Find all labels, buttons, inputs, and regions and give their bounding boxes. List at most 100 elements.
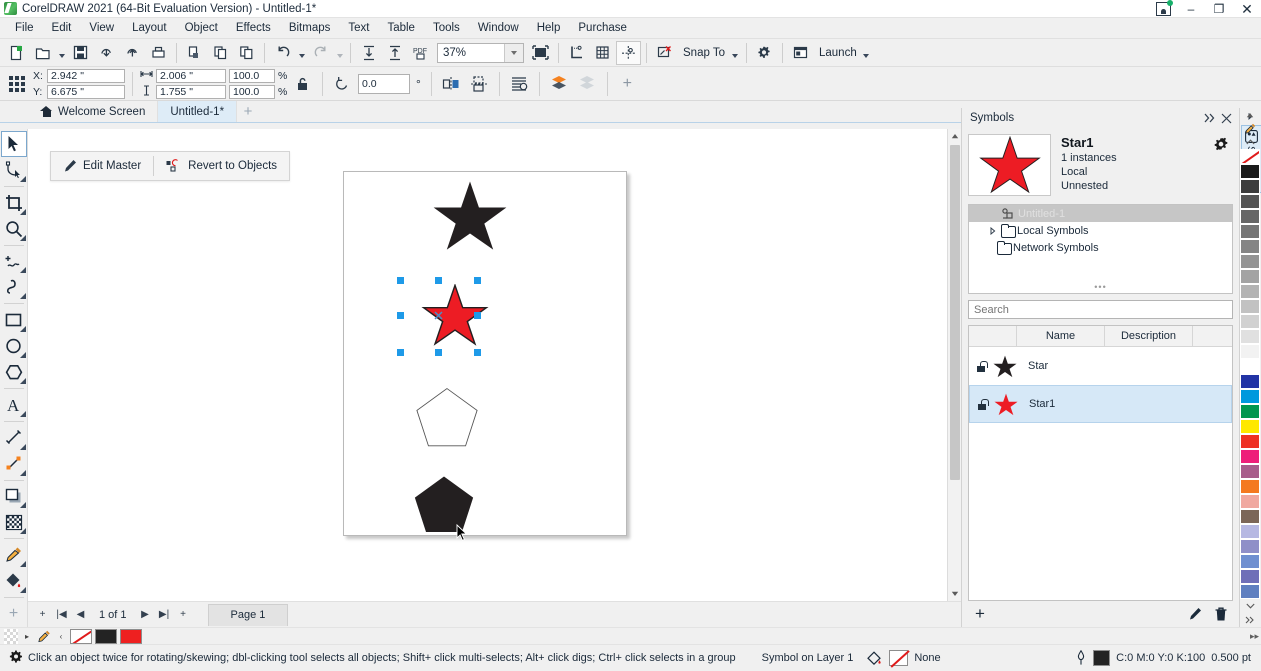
vertical-scroll-thumb[interactable] <box>950 145 960 480</box>
gear-icon[interactable] <box>1213 136 1231 154</box>
restore-button[interactable]: ❐ <box>1205 0 1233 18</box>
undo-dropdown-caret[interactable] <box>296 41 307 65</box>
vertical-scrollbar[interactable] <box>947 129 961 601</box>
swatch-color-3[interactable] <box>1240 194 1260 210</box>
zoom-level-control[interactable] <box>437 42 524 63</box>
palette-swatches[interactable] <box>1240 149 1260 600</box>
x-position-input[interactable]: 2.942 " <box>47 68 125 83</box>
color-eyedropper-tool[interactable] <box>1 542 27 568</box>
rotation-icon[interactable] <box>330 72 355 96</box>
menu-object[interactable]: Object <box>176 20 227 36</box>
document-page[interactable] <box>343 171 627 536</box>
symbol-tree[interactable]: Untitled-1 Local Symbols Network Symbols… <box>968 204 1233 294</box>
handle-top-center[interactable] <box>435 277 442 284</box>
color-bar-scroll-icon[interactable]: ▸ <box>21 629 33 644</box>
delete-symbol-icon[interactable] <box>1211 604 1231 624</box>
scale-vertical-input[interactable]: 100.0 <box>229 84 275 99</box>
swatch-color-17[interactable] <box>1240 404 1260 420</box>
color-bar-expand-icon[interactable]: ▸▸ <box>1250 631 1259 642</box>
palette-expand-icon[interactable] <box>1240 613 1260 627</box>
undo-icon[interactable] <box>270 41 295 65</box>
swatch-color-16[interactable] <box>1240 389 1260 405</box>
polygon-tool[interactable] <box>1 359 27 385</box>
mirror-horizontal-icon[interactable] <box>439 72 464 96</box>
options-gear-icon[interactable] <box>752 41 777 65</box>
red-star-symbol-instance[interactable] <box>408 284 502 346</box>
open-document-icon[interactable] <box>30 41 55 65</box>
tree-item-untitled-1[interactable]: Untitled-1 <box>969 205 1232 222</box>
handle-bottom-center[interactable] <box>435 349 442 356</box>
outline-color-swatch[interactable] <box>1093 650 1111 666</box>
snap-to-caret[interactable] <box>729 41 740 65</box>
palette-eyedropper-icon[interactable] <box>1240 122 1260 136</box>
color-bar-eyedropper-icon[interactable] <box>36 630 52 643</box>
swatch-color-2[interactable] <box>1240 179 1260 195</box>
zoom-tool[interactable] <box>1 216 27 242</box>
no-fill-swatch[interactable] <box>889 650 909 666</box>
symbol-list[interactable]: Name Description Star Star1 <box>968 325 1233 601</box>
tree-resize-grip[interactable]: ••• <box>1094 282 1106 292</box>
full-screen-preview-icon[interactable] <box>528 41 553 65</box>
object-origin-icon[interactable] <box>5 72 30 96</box>
swatch-color-19[interactable] <box>1240 434 1260 450</box>
symbol-search[interactable] <box>968 300 1233 319</box>
handle-bottom-right[interactable] <box>474 349 481 356</box>
column-header-icon[interactable] <box>969 326 1017 346</box>
copy-icon[interactable] <box>208 41 233 65</box>
expand-arrow-icon[interactable] <box>988 226 998 235</box>
show-grid-icon[interactable] <box>590 41 615 65</box>
add-page-after-button[interactable]: + <box>175 605 192 625</box>
drop-shadow-tool[interactable] <box>1 484 27 510</box>
swatch-color-10[interactable] <box>1240 299 1260 315</box>
menu-view[interactable]: View <box>80 20 123 36</box>
page-tab-page-1[interactable]: Page 1 <box>207 603 289 626</box>
paste-icon[interactable] <box>234 41 259 65</box>
tab-welcome-screen[interactable]: Welcome Screen <box>28 101 159 122</box>
swatch-color-8[interactable] <box>1240 269 1260 285</box>
y-position-input[interactable]: 6.675 " <box>47 84 125 99</box>
symbol-list-row-star1[interactable]: Star1 <box>969 385 1232 423</box>
new-tab-button[interactable]: + <box>237 101 259 122</box>
ellipse-tool[interactable] <box>1 333 27 359</box>
palette-scroll-up-icon[interactable] <box>1240 108 1260 122</box>
to-front-of-layer-icon[interactable] <box>547 72 572 96</box>
search-input[interactable] <box>974 303 1227 316</box>
open-dropdown-caret[interactable] <box>56 41 67 65</box>
swatch-color-9[interactable] <box>1240 284 1260 300</box>
pick-tool[interactable] <box>0 131 27 157</box>
swatch-color-26[interactable] <box>1240 539 1260 555</box>
property-add-icon[interactable]: + <box>615 72 640 96</box>
handle-top-right[interactable] <box>474 277 481 284</box>
swatch-color-24[interactable] <box>1240 509 1260 525</box>
wrap-paragraph-text-icon[interactable] <box>507 72 532 96</box>
swatch-color-11[interactable] <box>1240 314 1260 330</box>
menu-file[interactable]: File <box>6 20 43 36</box>
close-docker-icon[interactable] <box>1218 110 1235 127</box>
swatch-none[interactable] <box>1240 149 1260 165</box>
scroll-down-button[interactable] <box>948 587 961 601</box>
show-guides-icon[interactable] <box>616 40 641 65</box>
next-page-button[interactable]: ▶ <box>137 605 154 625</box>
menu-effects[interactable]: Effects <box>227 20 280 36</box>
handle-mid-right[interactable] <box>474 312 481 319</box>
swatch-color-12[interactable] <box>1240 329 1260 345</box>
swatch-color-1[interactable] <box>1240 164 1260 180</box>
add-page-before-button[interactable]: + <box>34 605 51 625</box>
text-tool[interactable]: A <box>1 392 27 418</box>
snap-to-icon[interactable] <box>652 41 677 65</box>
import-icon[interactable] <box>94 41 119 65</box>
first-page-button[interactable]: |◀ <box>53 605 70 625</box>
cut-icon[interactable] <box>182 41 207 65</box>
swatch-color-5[interactable] <box>1240 224 1260 240</box>
scale-horizontal-input[interactable]: 100.0 <box>229 68 275 83</box>
edit-master-button[interactable]: Edit Master <box>51 152 153 180</box>
status-settings-icon[interactable] <box>6 650 28 666</box>
scroll-up-button[interactable] <box>948 129 961 143</box>
menu-text[interactable]: Text <box>339 20 378 36</box>
palette-scroll-down-icon[interactable] <box>1240 599 1260 613</box>
status-outline-section[interactable]: C:0 M:0 Y:0 K:100 0.500 pt <box>1075 650 1261 666</box>
swatch-color-20[interactable] <box>1240 449 1260 465</box>
revert-to-objects-button[interactable]: Revert to Objects <box>154 152 289 180</box>
swatch-color-29[interactable] <box>1240 584 1260 600</box>
handle-bottom-left[interactable] <box>397 349 404 356</box>
